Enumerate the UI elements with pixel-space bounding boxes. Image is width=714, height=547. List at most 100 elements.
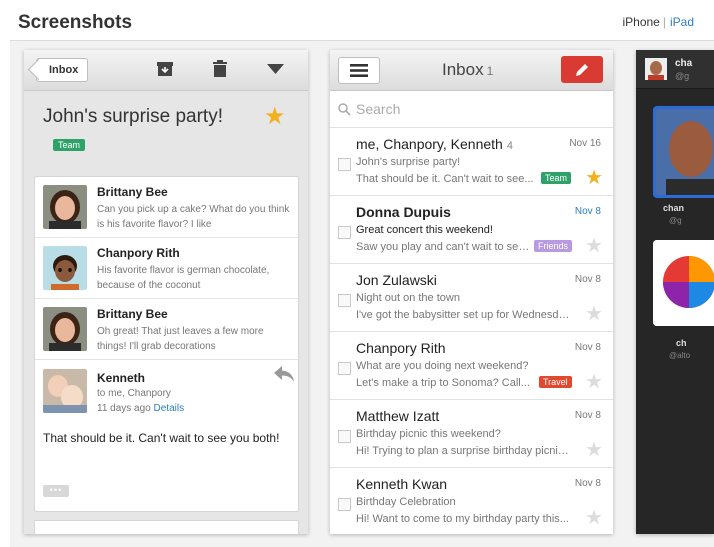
message-item[interactable]: Brittany Bee Oh great! That just leaves … [35,299,298,360]
details-link[interactable]: Details [154,403,185,414]
email-from: Donna Dupuis [356,204,451,220]
message-date: 11 days ago Details [97,403,185,414]
label-travel: Travel [539,376,572,388]
thread-count: 4 [506,140,513,152]
screenshot-inbox-view[interactable]: Inbox 1 Search me, Chanpory, Kenneth 4 Nov… [330,50,613,534]
sender-name: Kenneth [97,371,145,385]
row-checkbox[interactable] [338,226,351,239]
email-subject: Night out on the town [356,292,460,304]
email-date: Nov 8 [574,342,601,353]
device-tabs: iPhone | iPad [622,15,694,29]
contacts-header: cha @g [636,50,714,89]
email-subject: Great concert this weekend! [356,224,493,236]
trash-icon[interactable] [212,60,228,78]
row-checkbox[interactable] [338,498,351,511]
star-icon[interactable]: ★ [585,168,603,188]
email-snippet: Hi! Trying to plan a surprise birthday p… [356,445,572,457]
star-outline-icon[interactable]: ★ [585,372,603,392]
email-subject: Birthday picnic this weekend? [356,428,501,440]
contact-photo[interactable] [653,240,714,326]
email-from: Matthew Izatt [356,408,440,424]
message-snippet: His favorite flavor is german chocolate,… [97,265,270,291]
email-date: Nov 8 [574,478,601,489]
email-date: Nov 8 [574,274,601,285]
avatar [43,307,87,351]
row-checkbox[interactable] [338,362,351,375]
email-snippet: Saw you play and can't wait to see... [356,241,532,253]
email-from: Kenneth Kwan [356,476,448,492]
page-title: Screenshots [18,12,133,33]
reply-box[interactable] [34,520,299,534]
star-outline-icon[interactable]: ★ [585,304,603,324]
email-snippet: Let's make a trip to Sonoma? Call... [356,377,530,389]
recipients: to me, Chanpory [97,388,171,399]
email-date: Nov 8 [574,206,601,217]
contact-name: ch [676,338,687,348]
reply-icon[interactable] [273,365,295,383]
search-input[interactable]: Search [356,101,400,117]
sender-name: Brittany Bee [97,307,168,321]
sender-name: Brittany Bee [97,185,168,199]
email-row[interactable]: Matthew Izatt Nov 8 Birthday picnic this… [330,400,613,468]
star-outline-icon[interactable]: ★ [585,236,603,256]
contact-handle: @g [675,71,690,81]
email-from: Chanpory Rith [356,340,446,356]
star-icon[interactable]: ★ [264,102,286,131]
avatar [645,58,667,80]
row-checkbox[interactable] [338,294,351,307]
row-checkbox[interactable] [338,430,351,443]
star-outline-icon[interactable]: ★ [585,440,603,460]
email-snippet: That should be it. Can't wait to see... [356,173,534,185]
show-quoted-button[interactable]: ••• [43,485,69,497]
thread-toolbar: Inbox [24,50,308,91]
pie-logo-icon [653,240,714,326]
message-item[interactable]: Brittany Bee Can you pick up a cake? Wha… [35,177,298,238]
message-list: Brittany Bee Can you pick up a cake? Wha… [34,176,299,512]
message-item[interactable]: Chanpory Rith His favorite flavor is ger… [35,238,298,299]
menu-button[interactable] [338,57,380,84]
email-row[interactable]: me, Chanpory, Kenneth 4 Nov 16 John's sur… [330,128,613,196]
chevron-down-icon[interactable] [267,64,284,74]
email-row[interactable]: Donna Dupuis Nov 8 Great concert this we… [330,196,613,264]
email-row[interactable]: Kenneth Kwan Nov 8 Birthday Celebration … [330,468,613,534]
label-team: Team [541,172,572,184]
avatar [43,246,87,290]
inbox-toolbar: Inbox 1 [330,50,613,91]
message-body: That should be it. Can't wait to see you… [43,431,280,445]
email-snippet: I've got the babysitter set up for Wedne… [356,309,572,321]
contact-name: cha [675,58,693,69]
tab-iphone[interactable]: iPhone [622,15,659,29]
message-snippet: Oh great! That just leaves a few more th… [97,326,264,352]
screenshot-thread-view[interactable]: Inbox John's surprise party! ★ Team Brit… [24,50,308,534]
sender-name: Chanpory Rith [97,246,180,260]
contact-handle: @alto [669,351,691,360]
message-snippet: Can you pick up a cake? What do you thin… [97,204,290,230]
email-snippet: Hi! Want to come to my birthday party th… [356,513,569,525]
menu-icon [350,64,368,77]
screenshot-contacts-view[interactable]: cha @g chan @g ch @alto [636,50,714,534]
email-row[interactable]: Chanpory Rith Nov 8 What are you doing n… [330,332,613,400]
row-checkbox[interactable] [338,158,351,171]
label-friends: Friends [534,240,573,252]
tab-separator: | [662,15,666,29]
email-date: Nov 8 [574,410,601,421]
contact-name: chan [663,203,685,213]
tab-ipad[interactable]: iPad [670,15,694,29]
thread-subject: John's surprise party! [43,106,223,127]
email-row[interactable]: Jon Zulawski Nov 8 Night out on the town… [330,264,613,332]
archive-icon[interactable] [156,60,174,78]
contact-photo-selected[interactable] [653,106,714,198]
inbox-title: Inbox 1 [442,60,494,79]
avatar [43,369,87,413]
unread-count: 1 [486,64,494,78]
star-outline-icon[interactable]: ★ [585,508,603,528]
search-icon [338,103,351,116]
compose-button[interactable] [561,56,603,83]
back-to-inbox-button[interactable]: Inbox [36,58,89,82]
email-subject: John's surprise party! [356,156,461,168]
email-from: Jon Zulawski [356,272,437,288]
search-bar[interactable]: Search [330,91,613,128]
email-from: me, Chanpory, Kenneth 4 [356,136,513,152]
contact-handle: @g [669,216,682,225]
label-team[interactable]: Team [53,139,86,151]
